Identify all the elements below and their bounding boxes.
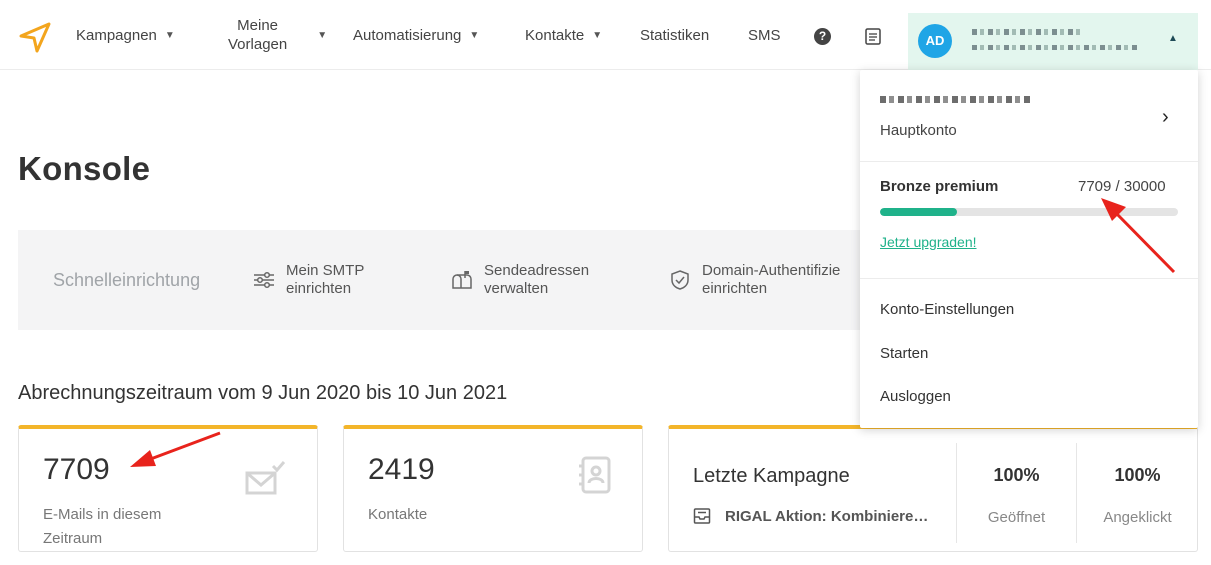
redacted-account-email xyxy=(972,45,1138,50)
setup-domain-line1: Domain-Authentifizie xyxy=(702,262,841,279)
contacts-card: 2419 Kontakte xyxy=(343,425,643,552)
redacted-account-name xyxy=(972,29,1084,35)
nav-contacts-label: Kontakte xyxy=(525,26,585,44)
envelope-check-icon xyxy=(245,461,285,495)
clicked-label: Angeklickt xyxy=(1103,509,1172,526)
nav-templates-line2: Vorlagen xyxy=(228,36,288,53)
setup-domain-line2: einrichten xyxy=(702,280,768,297)
setup-smtp-line1: Mein SMTP xyxy=(286,262,365,279)
nav-sms-label: SMS xyxy=(748,26,781,44)
chevron-right-icon: › xyxy=(1162,106,1169,128)
plan-section: Bronze premium 7709 / 30000 Jetzt upgrad… xyxy=(860,162,1198,279)
plan-usage-bar-fill xyxy=(880,208,957,216)
page-title: Konsole xyxy=(18,150,151,187)
menu-logout[interactable]: Ausloggen xyxy=(880,388,951,405)
nav-campaigns[interactable]: Kampagnen ▼ xyxy=(76,0,175,70)
nav-automation-label: Automatisierung xyxy=(353,26,462,44)
logo-icon[interactable] xyxy=(18,20,52,54)
setup-domain-auth-button[interactable]: Domain-Authentifizie einrichten xyxy=(668,262,840,298)
address-book-icon xyxy=(579,456,611,494)
avatar: AD xyxy=(918,24,952,58)
emails-label-line1: E-Mails in diesem xyxy=(43,506,162,523)
opened-stat: 100% Geöffnet xyxy=(956,443,1076,543)
setup-smtp-label: Mein SMTP einrichten xyxy=(286,262,364,298)
chevron-down-icon: ▼ xyxy=(592,29,603,41)
account-switch[interactable]: Hauptkonto › xyxy=(860,70,1198,162)
menu-account-settings[interactable]: Konto-Einstellungen xyxy=(880,301,1014,318)
campaign-mail-icon xyxy=(693,508,711,524)
nav-sms[interactable]: SMS xyxy=(748,0,781,70)
quick-setup-bar: Schnelleinrichtung Mein SMTP einrichten … xyxy=(18,230,898,330)
emails-count: 7709 xyxy=(43,453,110,486)
nav-templates[interactable]: Meine Vorlagen ▼ xyxy=(228,0,327,70)
document-icon[interactable] xyxy=(865,28,881,45)
last-campaign-card[interactable]: Letzte Kampagne RIGAL Aktion: Kombiniere… xyxy=(668,425,1198,552)
nav-statistics[interactable]: Statistiken xyxy=(640,0,709,70)
last-campaign-name-text: RIGAL Aktion: Kombiniere… xyxy=(725,507,929,525)
contacts-count: 2419 xyxy=(368,453,435,486)
clicked-stat: 100% Angeklickt xyxy=(1076,443,1198,543)
nav-automation[interactable]: Automatisierung ▼ xyxy=(353,0,479,70)
setup-smtp-button[interactable]: Mein SMTP einrichten xyxy=(252,262,364,298)
setup-smtp-line2: einrichten xyxy=(286,280,352,297)
setup-senders-button[interactable]: Sendeadressen verwalten xyxy=(450,262,589,298)
setup-senders-line1: Sendeadressen xyxy=(484,262,590,279)
chevron-down-icon: ▼ xyxy=(469,29,480,41)
nav-statistics-label: Statistiken xyxy=(640,26,710,44)
plan-usage: 7709 / 30000 xyxy=(1078,178,1166,195)
opened-label: Geöffnet xyxy=(987,509,1046,526)
setup-senders-line2: verwalten xyxy=(484,280,549,297)
nav-templates-line1: Meine xyxy=(237,17,279,34)
setup-senders-label: Sendeadressen verwalten xyxy=(484,262,589,298)
shield-check-icon xyxy=(671,270,689,290)
chevron-down-icon: ▼ xyxy=(317,29,328,41)
upgrade-link[interactable]: Jetzt upgraden! xyxy=(880,234,977,250)
last-campaign-title: Letzte Kampagne xyxy=(693,465,850,487)
account-dropdown: Hauptkonto › Bronze premium 7709 / 30000… xyxy=(860,70,1198,428)
emails-label-line2: Zeitraum xyxy=(43,530,103,547)
plan-usage-bar xyxy=(880,208,1178,216)
nav-templates-label: Meine Vorlagen xyxy=(228,16,287,54)
chevron-up-icon: ▲ xyxy=(1168,33,1178,44)
billing-period: Abrechnungszeitraum vom 9 Jun 2020 bis 1… xyxy=(18,382,508,404)
help-icon[interactable]: ? xyxy=(814,28,831,45)
opened-value: 100% xyxy=(993,465,1040,485)
clicked-value: 100% xyxy=(1114,465,1161,485)
chevron-down-icon: ▼ xyxy=(164,29,175,41)
contacts-label: Kontakte xyxy=(368,506,428,523)
menu-get-started[interactable]: Starten xyxy=(880,345,928,362)
nav-contacts[interactable]: Kontakte ▼ xyxy=(525,0,602,70)
top-navigation: Kampagnen ▼ Meine Vorlagen ▼ Automatisie… xyxy=(0,0,1211,70)
emails-card: 7709 E-Mails in diesem Zeitraum xyxy=(18,425,318,552)
plan-name: Bronze premium xyxy=(880,178,999,195)
account-type: Hauptkonto xyxy=(880,122,957,139)
quick-setup-label: Schnelleinrichtung xyxy=(53,270,201,290)
mailbox-icon xyxy=(452,271,472,289)
setup-domain-auth-label: Domain-Authentifizie einrichten xyxy=(702,262,840,298)
last-campaign-name[interactable]: RIGAL Aktion: Kombiniere… xyxy=(693,507,928,525)
redacted-account-title xyxy=(880,96,1030,103)
account-menu-toggle[interactable]: AD ▲ xyxy=(908,13,1198,70)
nav-campaigns-label: Kampagnen xyxy=(76,26,157,44)
sliders-icon xyxy=(254,271,274,289)
emails-label: E-Mails in diesem Zeitraum xyxy=(43,503,161,551)
